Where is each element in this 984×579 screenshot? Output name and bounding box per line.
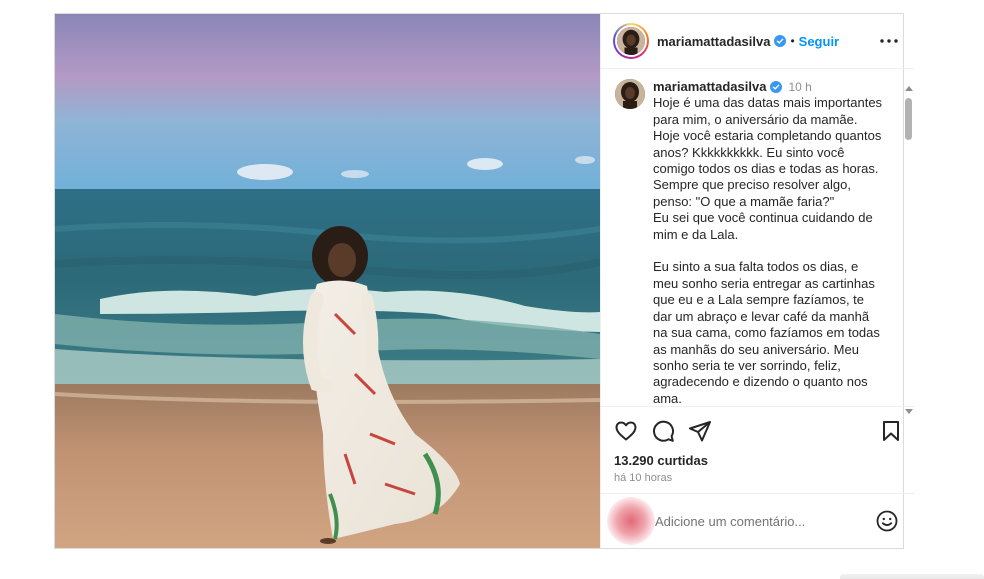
comment-bubble-icon[interactable]: [651, 419, 675, 443]
post-actions: 13.290 curtidas há 10 horas: [601, 406, 915, 484]
verified-badge-icon: [774, 35, 787, 47]
post-header: mariamattadasilva • Seguir: [601, 14, 915, 69]
scroll-down-arrow-icon[interactable]: [905, 409, 913, 414]
likes-count[interactable]: 13.290 curtidas: [614, 453, 903, 468]
bottom-edge-shadow: [840, 574, 984, 579]
scroll-thumb[interactable]: [905, 98, 912, 140]
caption-avatar[interactable]: [615, 79, 645, 109]
comments-scrollbar[interactable]: [904, 84, 913, 416]
emoji-icon[interactable]: [875, 509, 899, 533]
beach-photo-image: [55, 14, 600, 548]
post-photo[interactable]: [55, 14, 600, 548]
heart-icon[interactable]: [614, 419, 638, 443]
comments-area[interactable]: mariamattadasilva 10 h Hoje é uma das da…: [601, 69, 915, 406]
post-timestamp[interactable]: há 10 horas: [614, 472, 903, 484]
caption-time[interactable]: 10 h: [788, 79, 811, 95]
caption-avatar-image: [615, 79, 645, 109]
more-options-icon[interactable]: [877, 29, 901, 53]
instagram-post: mariamattadasilva • Seguir mariamattadas…: [54, 13, 915, 549]
verified-badge-icon: [770, 81, 783, 94]
avatar: [617, 27, 645, 55]
add-comment-bar: [601, 493, 915, 548]
story-ring[interactable]: [613, 23, 649, 59]
avatar-image: [617, 27, 645, 55]
bookmark-icon[interactable]: [879, 419, 903, 443]
caption-text: Hoje é uma das datas mais importantes pa…: [653, 95, 883, 406]
scroll-up-arrow-icon[interactable]: [905, 86, 913, 91]
separator-dot: •: [790, 34, 795, 48]
follow-button[interactable]: Seguir: [799, 34, 839, 49]
post-side-panel: mariamattadasilva • Seguir mariamattadas…: [600, 14, 915, 548]
overlay-blob: [607, 497, 655, 545]
comment-input[interactable]: [655, 513, 845, 529]
caption: mariamattadasilva 10 h Hoje é uma das da…: [615, 79, 885, 406]
caption-username[interactable]: mariamattadasilva: [653, 79, 766, 95]
paper-plane-icon[interactable]: [688, 419, 712, 443]
header-username[interactable]: mariamattadasilva: [657, 34, 770, 49]
